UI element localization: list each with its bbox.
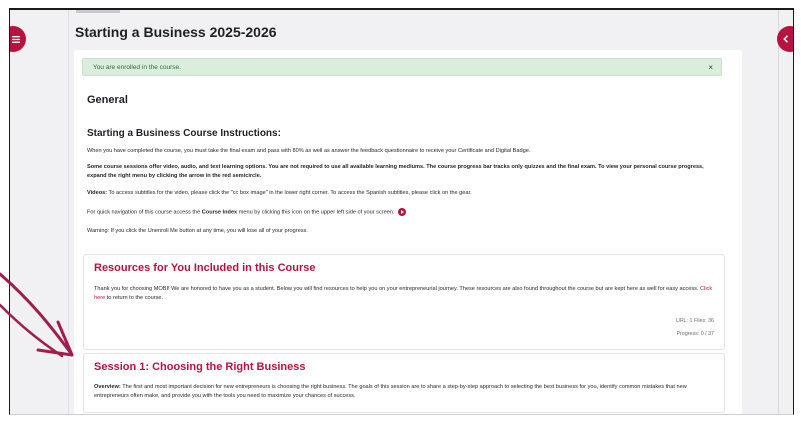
course-index-icon [12, 35, 20, 43]
page-title: Starting a Business 2025-2026 [75, 24, 277, 40]
videos-label: Videos: [87, 190, 108, 196]
section-title: General [87, 94, 128, 106]
alert-close-button[interactable]: × [708, 59, 713, 77]
nav-text-pre: For quick navigation of this course acce… [87, 209, 202, 216]
resources-description: Thank you for choosing MOBI! We are hono… [94, 285, 714, 302]
resources-text: Thank you for choosing MOBI! We are hono… [94, 286, 701, 292]
videos-text: To access subtitles for the video, pleas… [107, 190, 472, 196]
top-tab-indicator [76, 10, 120, 13]
resources-section: Resources for You Included in this Cours… [83, 254, 725, 350]
resources-text-end: to return to the course. [105, 294, 164, 301]
instructions-paragraph: When you have completed the course, you … [87, 148, 531, 154]
browser-viewport: Starting a Business 2025-2026 You are en… [9, 8, 794, 415]
instructions-paragraph-bold: Some course sessions offer video, audio,… [87, 164, 704, 179]
resources-counts: URL: 1 Files: 36 [676, 318, 714, 324]
session-1-section: Session 1: Choosing the Right Business O… [83, 353, 725, 413]
course-index-inline-icon [398, 208, 407, 216]
videos-paragraph: Videos: To access subtitles for the vide… [87, 189, 717, 198]
course-index-label: Course Index [201, 209, 238, 216]
left-rail [68, 10, 69, 414]
alert-text: You are enrolled in the course. [93, 64, 181, 71]
course-content-card: You are enrolled in the course. × Genera… [74, 50, 742, 414]
session-1-overview: Overview: The first and most important d… [94, 383, 714, 400]
resources-title[interactable]: Resources for You Included in this Cours… [94, 262, 315, 274]
right-drawer-toggle[interactable] [777, 26, 793, 52]
nav-text-post: menu by clicking this icon on the upper … [237, 209, 395, 216]
enrolled-alert: You are enrolled in the course. × [82, 58, 722, 76]
overview-text: The first and most important decision fo… [94, 384, 687, 399]
overview-label: Overview: [94, 384, 121, 390]
navigation-paragraph: For quick navigation of this course acce… [87, 208, 717, 217]
chevron-left-icon [783, 35, 789, 43]
course-index-toggle[interactable] [10, 26, 26, 52]
instructions-title: Starting a Business Course Instructions: [87, 128, 281, 139]
resources-progress: Progress: 0 / 37 [676, 331, 714, 337]
warning-paragraph: Warning: If you click the Unenroll Me bu… [87, 228, 308, 234]
right-rail [778, 10, 779, 414]
session-1-title[interactable]: Session 1: Choosing the Right Business [94, 361, 305, 373]
